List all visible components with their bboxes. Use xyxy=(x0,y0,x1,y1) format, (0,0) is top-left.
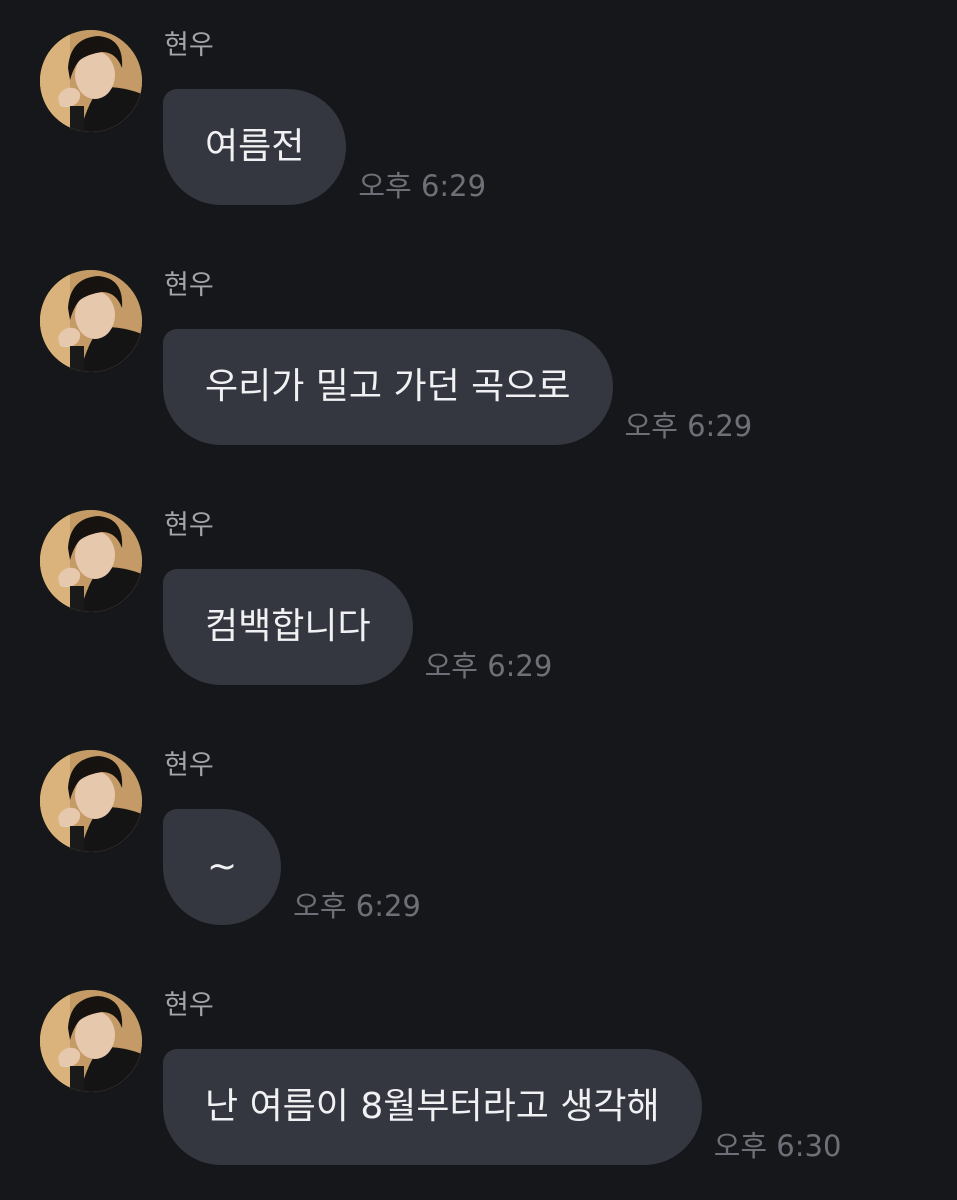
sender-avatar[interactable] xyxy=(40,510,142,612)
sender-avatar[interactable] xyxy=(40,990,142,1092)
avatar-photo-icon xyxy=(40,510,142,612)
message-group: 현우 컴백합니다 오후 6:29 xyxy=(0,480,957,685)
avatar-photo-icon xyxy=(40,990,142,1092)
message-bubble[interactable]: 여름전 xyxy=(163,89,347,205)
sender-name: 현우 xyxy=(164,270,214,301)
chat-message-list[interactable]: 현우 여름전 오후 6:29 현우 우리가 밀고 가던 곡으로 오후 6:29 xyxy=(0,0,957,1200)
message-timestamp: 오후 6:30 xyxy=(713,1129,842,1163)
sender-avatar[interactable] xyxy=(40,270,142,372)
message-timestamp: 오후 6:29 xyxy=(293,889,421,923)
message-row: 난 여름이 8월부터라고 생각해 오후 6:30 xyxy=(163,1049,841,1165)
avatar-photo-icon xyxy=(40,270,142,372)
message-group: 현우 난 여름이 8월부터라고 생각해 오후 6:30 xyxy=(0,960,957,1165)
message-group: 현우 우리가 밀고 가던 곡으로 오후 6:29 xyxy=(0,240,957,445)
message-group: 현우 ~ 오후 6:29 xyxy=(0,720,957,925)
message-bubble[interactable]: 컴백합니다 xyxy=(163,569,413,685)
sender-avatar[interactable] xyxy=(40,750,142,852)
message-bubble[interactable]: ~ xyxy=(163,809,282,925)
message-timestamp: 오후 6:29 xyxy=(424,649,553,683)
sender-name: 현우 xyxy=(164,30,214,61)
message-group: 현우 여름전 오후 6:29 xyxy=(0,0,957,205)
message-bubble[interactable]: 우리가 밀고 가던 곡으로 xyxy=(163,329,613,445)
message-row: ~ 오후 6:29 xyxy=(163,809,421,925)
avatar-photo-icon xyxy=(40,30,142,132)
message-timestamp: 오후 6:29 xyxy=(624,409,753,443)
sender-avatar[interactable] xyxy=(40,30,142,132)
avatar-photo-icon xyxy=(40,750,142,852)
message-row: 우리가 밀고 가던 곡으로 오후 6:29 xyxy=(163,329,752,445)
message-row: 여름전 오후 6:29 xyxy=(163,89,486,205)
sender-name: 현우 xyxy=(164,750,214,781)
sender-name: 현우 xyxy=(164,510,214,541)
message-row: 컴백합니다 오후 6:29 xyxy=(163,569,552,685)
message-bubble[interactable]: 난 여름이 8월부터라고 생각해 xyxy=(163,1049,702,1165)
message-timestamp: 오후 6:29 xyxy=(358,169,487,203)
sender-name: 현우 xyxy=(164,990,214,1021)
